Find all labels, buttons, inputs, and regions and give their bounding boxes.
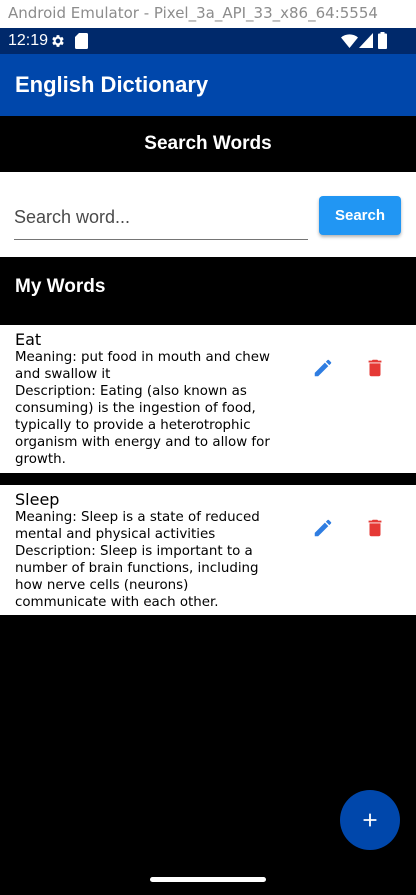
- word-details: Meaning: Sleep is a state of reduced men…: [15, 509, 283, 611]
- word-card: Sleep Meaning: Sleep is a state of reduc…: [0, 485, 416, 615]
- word-card: Eat Meaning: put food in mouth and chew …: [0, 325, 416, 473]
- search-panel: Search: [0, 172, 416, 257]
- edit-word-button[interactable]: [308, 513, 338, 543]
- word-title: Sleep: [15, 490, 60, 509]
- pencil-icon: [314, 359, 332, 377]
- app-title: English Dictionary: [15, 72, 209, 97]
- word-title: Eat: [15, 330, 42, 349]
- plus-icon: [363, 813, 377, 827]
- window-title-bar: Android Emulator - Pixel_3a_API_33_x86_6…: [0, 0, 416, 28]
- my-words-header: My Words: [15, 276, 106, 297]
- search-button[interactable]: Search: [319, 196, 401, 235]
- add-word-button[interactable]: [340, 790, 400, 850]
- search-section-header: Search Words: [144, 133, 272, 154]
- home-indicator[interactable]: [150, 877, 266, 882]
- word-meaning: Meaning: put food in mouth and chew and …: [15, 350, 270, 382]
- phone-screen: 12:19 English Dictionary Search Words Se…: [0, 28, 416, 895]
- word-description: Description: Eating (also known as consu…: [15, 384, 270, 467]
- app-bar: English Dictionary: [0, 54, 416, 116]
- delete-word-button[interactable]: [360, 353, 390, 383]
- trash-icon: [368, 359, 382, 377]
- word-meaning: Meaning: Sleep is a state of reduced men…: [15, 510, 260, 542]
- pencil-icon: [314, 519, 332, 537]
- word-description: Description: Sleep is important to a num…: [15, 544, 259, 610]
- window-title: Android Emulator - Pixel_3a_API_33_x86_6…: [8, 4, 378, 22]
- status-time: 12:19: [8, 32, 49, 49]
- signal-icon: [359, 33, 373, 48]
- sd-card-icon: [75, 33, 88, 49]
- gear-icon: [52, 35, 64, 47]
- search-input[interactable]: [14, 196, 308, 240]
- delete-word-button[interactable]: [360, 513, 390, 543]
- wifi-icon: [341, 34, 358, 48]
- status-bar: 12:19: [0, 28, 416, 54]
- trash-icon: [368, 519, 382, 537]
- edit-word-button[interactable]: [308, 353, 338, 383]
- battery-icon: [378, 32, 387, 49]
- word-details: Meaning: put food in mouth and chew and …: [15, 349, 283, 468]
